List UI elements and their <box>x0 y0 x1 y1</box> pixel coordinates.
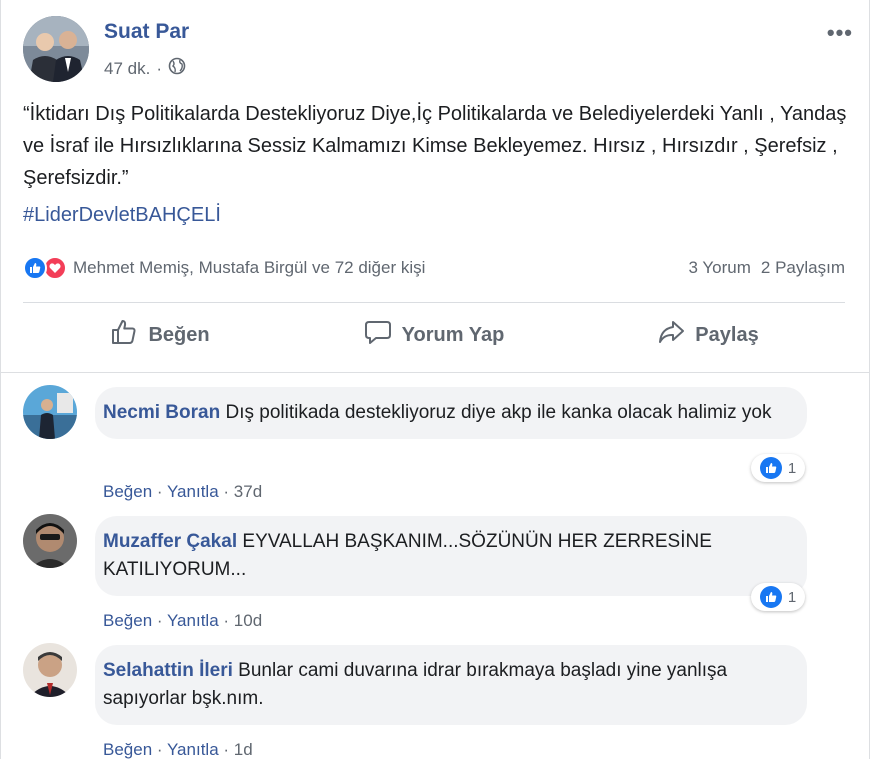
reaction-icons[interactable] <box>23 256 67 280</box>
commenter-avatar[interactable] <box>23 643 77 697</box>
reactions-summary-row: Mehmet Memiş, Mustafa Birgül ve 72 diğer… <box>23 254 845 282</box>
comment-actions: Beğen · Yanıtla · 10d <box>103 611 263 630</box>
comment-reactions[interactable]: 1 <box>751 454 805 482</box>
commenter-name[interactable]: Muzaffer Çakal <box>103 531 237 552</box>
comment-time[interactable]: 1d <box>234 740 253 759</box>
comment-reply-link[interactable]: Yanıtla <box>167 482 219 501</box>
comment-time[interactable]: 10d <box>234 611 262 630</box>
comment-reaction-count: 1 <box>787 588 797 606</box>
reactions-names[interactable]: Mehmet Memiş, Mustafa Birgül ve 72 diğer… <box>73 258 425 278</box>
post-meta: 47 dk. · <box>104 57 186 80</box>
comments-count[interactable]: 3 Yorum <box>689 258 751 278</box>
comment-bubble: Muzaffer Çakal EYVALLAH BAŞKANIM...SÖZÜN… <box>95 516 807 596</box>
like-button[interactable]: Beğen <box>23 310 297 360</box>
comment-like-link[interactable]: Beğen <box>103 740 152 759</box>
comment-bubble-icon <box>364 318 392 352</box>
comment-text: Dış politikada destekliyoruz diye akp il… <box>225 402 772 423</box>
comment-button[interactable]: Yorum Yap <box>297 310 571 360</box>
comment-bubble: Necmi Boran Dış politikada destekliyoruz… <box>95 387 807 439</box>
like-reaction-icon <box>23 256 47 280</box>
globe-icon <box>168 57 186 80</box>
comment-actions: Beğen · Yanıtla · 37d <box>103 482 263 501</box>
post-card: Suat Par 47 dk. · ••• “İktidarı Dış Poli… <box>0 0 870 759</box>
comment-like-link[interactable]: Beğen <box>103 611 152 630</box>
share-arrow-icon <box>657 318 685 352</box>
post-time[interactable]: 47 dk. <box>104 59 150 79</box>
like-label: Beğen <box>148 323 210 346</box>
comment-reply-link[interactable]: Yanıtla <box>167 611 219 630</box>
commenter-avatar[interactable] <box>23 514 77 568</box>
share-button[interactable]: Paylaş <box>571 310 845 360</box>
like-reaction-icon <box>759 586 782 608</box>
comment-label: Yorum Yap <box>401 323 505 346</box>
author-avatar[interactable] <box>23 16 89 82</box>
like-reaction-icon <box>759 457 782 479</box>
author-name[interactable]: Suat Par <box>104 20 189 44</box>
more-options-icon[interactable]: ••• <box>827 20 853 46</box>
meta-separator: · <box>156 58 162 78</box>
comment-like-link[interactable]: Beğen <box>103 482 152 501</box>
comment-reply-link[interactable]: Yanıtla <box>167 740 219 759</box>
comment-reactions[interactable]: 1 <box>751 583 805 611</box>
share-label: Paylaş <box>695 323 759 346</box>
comments-section: Necmi Boran Dış politikada destekliyoruz… <box>1 372 869 759</box>
comment-time[interactable]: 37d <box>234 482 262 501</box>
comment-reaction-count: 1 <box>787 459 797 477</box>
thumbs-up-icon <box>110 318 138 352</box>
action-bar: Beğen Yorum Yap Paylaş <box>23 310 845 360</box>
actions-divider <box>23 302 845 303</box>
post-text: “İktidarı Dış Politikalarda Destekliyoru… <box>23 103 847 189</box>
shares-count[interactable]: 2 Paylaşım <box>761 258 845 278</box>
commenter-name[interactable]: Necmi Boran <box>103 402 220 423</box>
commenter-name[interactable]: Selahattin İleri <box>103 660 233 681</box>
hashtag-link[interactable]: #LiderDevletBAHÇELİ <box>23 204 221 227</box>
comment-bubble: Selahattin İleri Bunlar cami duvarına id… <box>95 645 807 725</box>
comment-actions: Beğen · Yanıtla · 1d <box>103 740 253 759</box>
commenter-avatar[interactable] <box>23 385 77 439</box>
